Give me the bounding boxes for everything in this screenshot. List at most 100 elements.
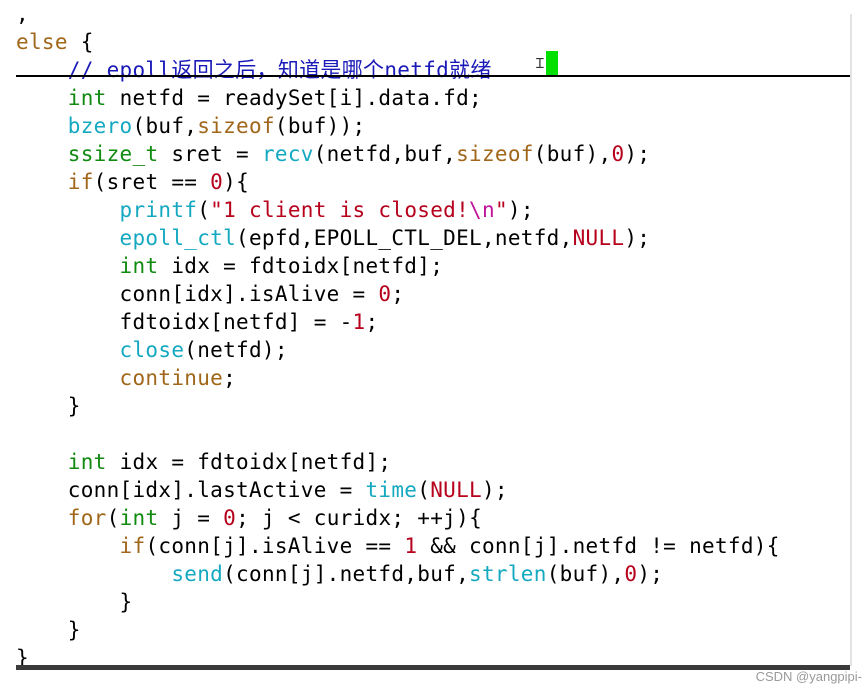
code-line[interactable]: conn[idx].lastActive = time(NULL); (16, 476, 508, 504)
code-token: (buf), (546, 562, 625, 586)
code-token: (netfd,buf, (313, 142, 457, 166)
code-token: printf (119, 198, 198, 222)
code-token: time (365, 478, 418, 502)
code-token: netfd = readySet[i].data.fd; (106, 86, 482, 110)
code-token: 0 (624, 562, 638, 586)
code-token: ; j < curidx; ++j){ (236, 506, 483, 530)
code-token: int (119, 254, 159, 278)
code-line[interactable]: int idx = fdtoidx[netfd]; (16, 448, 391, 476)
code-token: ); (637, 562, 664, 586)
code-line[interactable]: send(conn[j].netfd,buf,strlen(buf),0); (16, 560, 663, 588)
code-token: fdtoidx[netfd] = - (16, 310, 353, 334)
code-line[interactable]: if(sret == 0){ (16, 168, 249, 196)
code-line[interactable]: continue; (16, 364, 236, 392)
code-token: close (119, 338, 185, 362)
code-line[interactable]: close(netfd); (16, 336, 288, 364)
code-token: ); (507, 198, 534, 222)
code-token: (conn[j].netfd,buf, (223, 562, 470, 586)
code-token: 0 (210, 170, 224, 194)
code-token: NULL (572, 226, 625, 250)
ibeam-cursor-icon: Ɪ (536, 56, 544, 72)
code-token: ){ (223, 170, 250, 194)
code-token: ); (624, 142, 651, 166)
code-token: 0 (223, 506, 237, 530)
code-token: if (119, 534, 146, 558)
code-line[interactable]: // epoll返回之后，知道是哪个netfd就绪 (16, 56, 492, 84)
code-token: idx = fdtoidx[netfd]; (106, 450, 392, 474)
code-token: ; (365, 310, 379, 334)
code-line[interactable]: else { (16, 28, 94, 56)
code-token: sizeof (197, 114, 275, 138)
code-token: (buf)); (274, 114, 366, 138)
code-token: , (16, 14, 29, 26)
text-cursor (546, 51, 558, 75)
code-line[interactable]: } (16, 588, 133, 616)
code-line[interactable]: if(conn[j].isAlive == 1 && conn[j].netfd… (16, 532, 780, 560)
code-line[interactable]: printf("1 client is closed!\n"); (16, 196, 534, 224)
code-token: if (67, 170, 94, 194)
code-line[interactable]: conn[idx].isAlive = 0; (16, 280, 404, 308)
code-token: sret = (158, 142, 262, 166)
code-token: (conn[j].isAlive == (145, 534, 405, 558)
code-line[interactable]: ssize_t sret = recv(netfd,buf,sizeof(buf… (16, 140, 650, 168)
code-line[interactable]: } (16, 616, 81, 644)
code-token: ( (197, 198, 211, 222)
cursor-line-underline (16, 75, 850, 77)
code-line[interactable]: , (16, 14, 29, 28)
watermark: CSDN @yangpipi- (755, 669, 862, 684)
code-token: } (16, 394, 81, 418)
code-token: // epoll返回之后，知道是哪个netfd就绪 (16, 58, 492, 82)
code-token: ; (391, 282, 405, 306)
code-line[interactable]: } (16, 644, 29, 666)
code-token: } (16, 618, 81, 642)
code-token: 0 (378, 282, 392, 306)
code-token: } (16, 590, 133, 614)
code-token: \n (469, 198, 495, 222)
code-token: (buf), (533, 142, 612, 166)
code-token: NULL (430, 478, 482, 502)
code-token: (netfd); (184, 338, 288, 362)
code-line[interactable]: epoll_ctl(epfd,EPOLL_CTL_DEL,netfd,NULL)… (16, 224, 650, 252)
code-token: int (67, 86, 107, 110)
code-line[interactable]: for(int j = 0; j < curidx; ++j){ (16, 504, 482, 532)
code-token: (sret == (93, 170, 211, 194)
code-token: else (16, 30, 68, 54)
code-line[interactable]: int netfd = readySet[i].data.fd; (16, 84, 482, 112)
code-line[interactable]: } (16, 392, 81, 420)
code-token: "1 client is closed! (210, 198, 470, 222)
code-token: ; (223, 366, 237, 390)
code-token: recv (261, 142, 314, 166)
code-line[interactable]: int idx = fdtoidx[netfd]; (16, 252, 443, 280)
code-token: strlen (469, 562, 547, 586)
code-token: (epfd,EPOLL_CTL_DEL,netfd, (236, 226, 573, 250)
code-token: epoll_ctl (119, 226, 237, 250)
code-token: ( (106, 506, 120, 530)
code-token: sizeof (456, 142, 534, 166)
code-token: 0 (611, 142, 625, 166)
code-token: " (494, 198, 508, 222)
code-token: idx = fdtoidx[netfd]; (158, 254, 444, 278)
code-line[interactable]: fdtoidx[netfd] = -1; (16, 308, 379, 336)
code-token: ssize_t (67, 142, 159, 166)
code-token: j = (158, 506, 224, 530)
code-token: bzero (67, 114, 133, 138)
code-token: conn[idx].isAlive = (16, 282, 379, 306)
code-token: ); (481, 478, 508, 502)
code-token: 1 (404, 534, 418, 558)
code-editor[interactable]: , else { // epoll返回之后，知道是哪个netfd就绪 int ne… (16, 14, 852, 666)
code-token: int (67, 450, 107, 474)
code-line[interactable]: bzero(buf,sizeof(buf)); (16, 112, 366, 140)
code-token: ( (417, 478, 431, 502)
code-token: { (67, 30, 94, 54)
